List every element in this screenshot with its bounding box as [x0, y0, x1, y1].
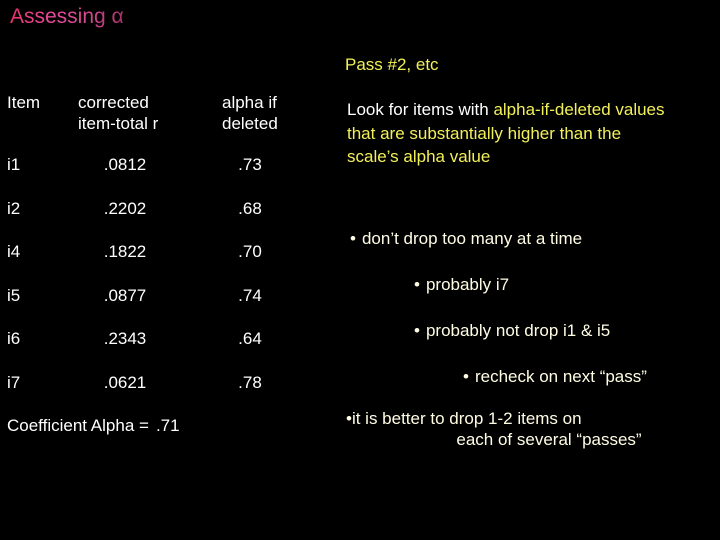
- list-item: • don’t drop too many at a time: [336, 228, 720, 249]
- right-panel-paragraph: Look for items with alpha-if-deleted val…: [347, 98, 677, 169]
- list-item-label: don’t drop too many at a time: [361, 229, 583, 248]
- column-header-corrected-item-total-r: corrected item-total r: [78, 92, 228, 134]
- cell-alpha-if-deleted: .68: [238, 198, 262, 218]
- paragraph-lead-text: Look for items with: [347, 100, 494, 119]
- cell-corrected: .2343: [103, 329, 147, 348]
- cell-corrected: .0877: [103, 285, 147, 305]
- list-item-label: probably i7: [425, 275, 510, 294]
- table-row: i4 .1822 .70: [0, 241, 330, 285]
- slide-canvas: Assessing α Item corrected item-total r …: [0, 0, 720, 540]
- list-item-label: recheck on next “pass”: [474, 367, 647, 386]
- table-row: i7 .0621 .78: [0, 372, 330, 416]
- cell-corrected: .0812: [103, 155, 147, 174]
- cell-item: i2: [7, 198, 21, 218]
- coefficient-alpha-label: Coefficient Alpha =: [7, 416, 149, 435]
- cell-alpha-if-deleted: .74: [238, 285, 262, 305]
- cell-corrected: .2202: [103, 198, 147, 218]
- cell-corrected: .1822: [103, 242, 147, 261]
- column-header-item: Item: [7, 93, 41, 112]
- cell-item: i1: [7, 155, 21, 174]
- cell-item: i6: [7, 329, 21, 348]
- list-item-label: probably not drop i1 & i5: [425, 321, 611, 340]
- cell-corrected: .0621: [103, 372, 147, 392]
- cell-alpha-if-deleted: .70: [238, 242, 262, 261]
- cell-alpha-if-deleted: .64: [238, 329, 262, 348]
- table-header-row: Item corrected item-total r alpha if del…: [0, 92, 330, 154]
- list-item: •it is better to drop 1-2 items on each …: [336, 408, 720, 450]
- list-item: • probably i7: [336, 274, 720, 295]
- list-item-label-line2: each of several “passes”: [456, 430, 642, 449]
- alpha-table: Item corrected item-total r alpha if del…: [0, 92, 330, 415]
- table-row: i6 .2343 .64: [0, 328, 330, 372]
- column-header-alpha-if-deleted: alpha if deleted: [222, 92, 332, 134]
- column-header-corrected-line2: item-total r: [78, 114, 159, 133]
- cell-item: i5: [7, 285, 21, 305]
- column-header-corrected-line1: corrected: [78, 93, 149, 112]
- bullet-marker-icon: •: [414, 321, 420, 340]
- page-title: Assessing α: [10, 5, 124, 28]
- coefficient-alpha-summary: Coefficient Alpha = .71: [7, 415, 180, 436]
- table-row: i1 .0812 .73: [0, 154, 330, 198]
- cell-item: i7: [7, 372, 21, 392]
- right-panel-heading: Pass #2, etc: [345, 55, 439, 74]
- table-row: i5 .0877 .74: [0, 285, 330, 329]
- bullet-marker-icon: •: [463, 367, 469, 386]
- cell-alpha-if-deleted: .73: [238, 155, 262, 174]
- coefficient-alpha-value: .71: [155, 416, 180, 435]
- list-item-label-line1: •it is better to drop 1-2 items on: [346, 409, 582, 428]
- cell-item: i4: [7, 242, 21, 261]
- bullet-marker-icon: •: [350, 229, 356, 248]
- list-item: • recheck on next “pass”: [336, 366, 720, 387]
- table-row: i2 .2202 .68: [0, 198, 330, 242]
- list-item: • probably not drop i1 & i5: [336, 320, 720, 341]
- bullet-marker-icon: •: [414, 275, 420, 294]
- column-header-alpha-line1: alpha if: [222, 93, 277, 112]
- cell-alpha-if-deleted: .78: [238, 372, 262, 392]
- column-header-alpha-line2: deleted: [222, 114, 278, 133]
